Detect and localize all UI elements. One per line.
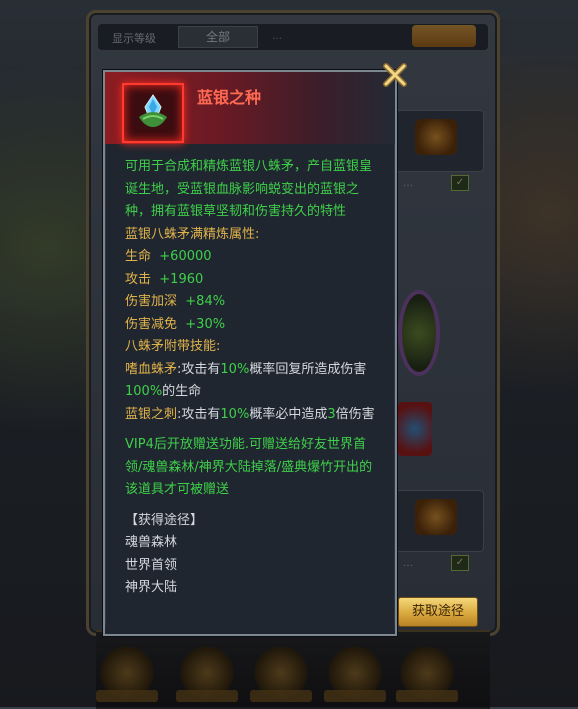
stat-value: +60000 [159, 249, 212, 264]
get-path-button[interactable]: 获取途径 [398, 597, 478, 627]
skill-text: 倍伤害 [335, 406, 375, 422]
gift-note: VIP4后开放赠送功能.可赠送给好友世界首领/魂兽森林/神界大陆掉落/盛典爆竹开… [125, 437, 373, 497]
item-name: 蓝银之种 [197, 88, 262, 107]
skill-value: 100% [125, 384, 163, 399]
tooltip-header: 蓝银之种 [105, 72, 395, 144]
stat-label: 攻击 [125, 271, 152, 287]
source-header: 【获得途径】 [125, 512, 204, 528]
blue-silver-seed-icon [122, 83, 184, 143]
close-icon[interactable] [380, 60, 410, 90]
stat-value: +84% [185, 294, 226, 309]
tooltip-body: 可用于合成和精炼蓝银八蛛矛，产自蓝银皇诞生地，受蓝银血脉影响蜕变出的蓝银之种，拥… [125, 156, 383, 600]
skill-name: 蓝银之刺 [125, 406, 178, 422]
skill-value: 3 [327, 406, 336, 422]
skill-value: 10% [220, 406, 250, 422]
skill-text: 概率回复所造成伤害 [249, 361, 367, 377]
stat-value: +30% [185, 316, 226, 332]
stat-label: 伤害减免 [125, 316, 178, 332]
skill-text: 的生命 [162, 384, 202, 399]
stat-row: 伤害减免 +30% [125, 314, 383, 337]
skill-text: :攻击有 [177, 361, 221, 377]
stat-row: 伤害加深 +84% [125, 291, 383, 314]
scroll-fade [105, 620, 395, 634]
skill-description: 蓝银之刺:攻击有10%概率必中造成3倍伤害 [125, 404, 383, 427]
source-item: 世界首领 [125, 557, 178, 573]
refine-attributes-header: 蓝银八蛛矛满精炼属性: [125, 226, 260, 242]
skills-header: 八蛛矛附带技能: [125, 339, 221, 354]
skill-name: 嗜血蛛矛 [125, 361, 178, 377]
stat-value: +1960 [159, 271, 204, 287]
skill-value: 10% [220, 361, 250, 377]
skill-description: 嗜血蛛矛:攻击有10%概率回复所造成伤害 100%的生命 [125, 359, 383, 404]
item-description: 可用于合成和精炼蓝银八蛛矛，产自蓝银皇诞生地，受蓝银血脉影响蜕变出的蓝银之种，拥… [125, 159, 373, 219]
skill-text: 概率必中造成 [249, 406, 328, 422]
stat-label: 生命 [125, 249, 152, 264]
source-item: 魂兽森林 [125, 535, 178, 550]
skill-text: :攻击有 [177, 406, 221, 422]
source-item: 神界大陆 [125, 580, 178, 595]
stat-row: 攻击 +1960 [125, 269, 383, 292]
stat-row: 生命 +60000 [125, 246, 383, 269]
item-tooltip: 蓝银之种 可用于合成和精炼蓝银八蛛矛，产自蓝银皇诞生地，受蓝银血脉影响蜕变出的蓝… [103, 63, 407, 636]
stat-label: 伤害加深 [125, 294, 178, 309]
